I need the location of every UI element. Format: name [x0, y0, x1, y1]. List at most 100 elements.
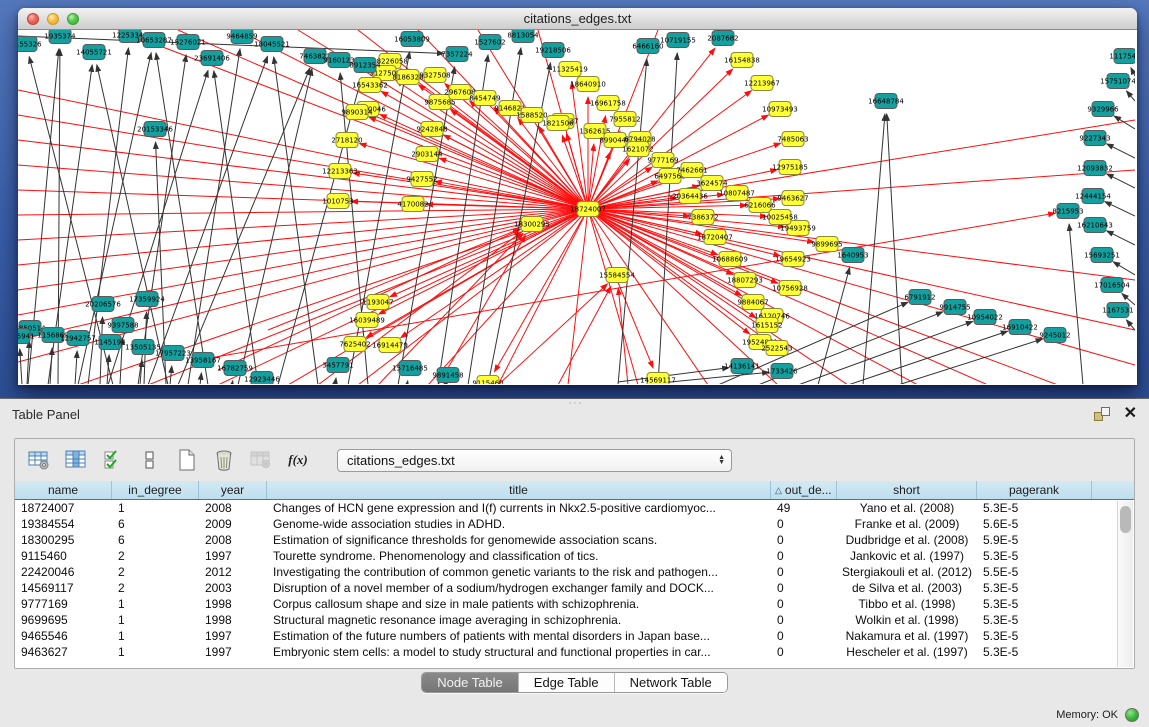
table-cell[interactable]: 0: [771, 644, 837, 660]
table-cell[interactable]: 9115460: [15, 548, 112, 564]
table-cell[interactable]: 5.3E-5: [977, 628, 1092, 644]
table-cell[interactable]: 1: [112, 500, 199, 516]
network-node[interactable]: 9891458: [432, 368, 463, 383]
table-row[interactable]: 969969511998Structural magnetic resonanc…: [15, 612, 1134, 628]
table-settings-button[interactable]: [27, 448, 51, 472]
table-cell[interactable]: Genome-wide association studies in ADHD.: [267, 516, 771, 532]
network-node-cited[interactable]: 12975185: [772, 160, 808, 175]
network-edge[interactable]: [1131, 68, 1135, 76]
table-cell[interactable]: Hescheler et al. (1997): [837, 644, 977, 660]
network-node[interactable]: 18045521: [254, 37, 290, 52]
select-rows-button[interactable]: [101, 448, 125, 472]
table-cell[interactable]: 5.3E-5: [977, 548, 1092, 564]
network-node-cited[interactable]: 2522543: [761, 341, 792, 356]
network-node[interactable]: 9227343: [1079, 131, 1110, 146]
close-panel-icon[interactable]: ✕: [1124, 406, 1137, 422]
network-edge[interactable]: [75, 351, 77, 384]
network-node-cited[interactable]: 9327508: [419, 68, 450, 83]
network-edge[interactable]: [401, 209, 588, 338]
table-cell[interactable]: 1997: [199, 548, 267, 564]
table-row[interactable]: 2242004622012Investigating the contribut…: [15, 564, 1134, 580]
table-cell[interactable]: Wolkin et al. (1998): [837, 612, 977, 628]
network-node[interactable]: 1640953: [837, 248, 868, 263]
network-node[interactable]: 12444154: [1075, 189, 1111, 204]
tab-edge-table[interactable]: Edge Table: [519, 673, 615, 692]
network-edge[interactable]: [660, 372, 769, 383]
network-edge[interactable]: [200, 373, 201, 384]
column-header-name[interactable]: name: [15, 481, 112, 499]
network-node[interactable]: 14136141: [724, 359, 760, 374]
table-cell[interactable]: 0: [771, 612, 837, 628]
network-node[interactable]: 2087682: [707, 31, 738, 46]
table-cell[interactable]: 2: [112, 564, 199, 580]
network-node-cited[interactable]: 10688609: [712, 252, 748, 267]
column-header-title[interactable]: title: [267, 481, 771, 499]
table-cell[interactable]: 1: [112, 644, 199, 660]
table-cell[interactable]: Nakamura et al. (1997): [837, 628, 977, 644]
network-edge[interactable]: [238, 69, 312, 384]
table-cell[interactable]: 1: [112, 612, 199, 628]
network-node-cited[interactable]: 7625402: [339, 337, 370, 352]
table-cell[interactable]: Franke et al. (2009): [837, 516, 977, 532]
table-cell[interactable]: 0: [771, 628, 837, 644]
network-edge[interactable]: [1105, 202, 1135, 216]
network-canvas[interactable]: 1872400711325419186409101696175879558121…: [18, 30, 1135, 384]
network-node[interactable]: 15693251: [1084, 248, 1120, 263]
network-edge[interactable]: [398, 67, 455, 384]
network-node[interactable]: 1167531: [1102, 303, 1133, 318]
window-zoom-button[interactable]: [67, 13, 79, 25]
table-cell[interactable]: 5.3E-5: [977, 612, 1092, 628]
network-node[interactable]: 9329966: [1087, 102, 1119, 117]
network-edge[interactable]: [108, 70, 208, 384]
panel-resize-handle[interactable]: [567, 401, 581, 406]
column-header-out-de-[interactable]: △out_de...: [771, 481, 837, 499]
table-cell[interactable]: 2: [112, 548, 199, 564]
table-cell[interactable]: Changes of HCN gene expression and I(f) …: [267, 500, 771, 516]
network-node-cited[interactable]: 1193047: [362, 295, 393, 310]
network-node[interactable]: 1527602: [474, 35, 505, 50]
network-edge[interactable]: [1113, 262, 1135, 275]
table-cell[interactable]: 0: [771, 596, 837, 612]
column-visibility-button[interactable]: [64, 448, 88, 472]
network-edge[interactable]: [1107, 174, 1135, 188]
table-cell[interactable]: Embryonic stem cells: a model to study s…: [267, 644, 771, 660]
table-cell[interactable]: Dudbridge et al. (2008): [837, 532, 977, 548]
network-node-cited[interactable]: 7386372: [687, 210, 718, 225]
network-node[interactable]: 7357224: [441, 47, 473, 62]
tab-network-table[interactable]: Network Table: [615, 673, 727, 692]
table-cell[interactable]: 18724007: [15, 500, 112, 516]
table-cell[interactable]: 2: [112, 580, 199, 596]
table-cell[interactable]: 6: [112, 532, 199, 548]
network-node[interactable]: 1145194: [94, 335, 126, 350]
network-node-cited[interactable]: 9115460: [472, 376, 503, 385]
table-cell[interactable]: Stergiakouli et al. (2012): [837, 564, 977, 580]
table-cell[interactable]: 5.3E-5: [977, 580, 1092, 596]
network-node-cited[interactable]: 9777169: [647, 153, 678, 168]
table-cell[interactable]: 1: [112, 628, 199, 644]
network-node-cited[interactable]: 3624574: [696, 176, 728, 191]
network-node-cited[interactable]: 2718120: [331, 133, 362, 148]
network-node[interactable]: 20153346: [137, 122, 173, 137]
table-cell[interactable]: 2008: [199, 532, 267, 548]
window-close-button[interactable]: [27, 13, 39, 25]
table-cell[interactable]: Tibbo et al. (1998): [837, 596, 977, 612]
network-node[interactable]: 12923446: [244, 372, 280, 385]
table-row[interactable]: 1456911722003Disruption of a novel membe…: [15, 580, 1134, 596]
network-node-cited[interactable]: 2903144: [411, 147, 443, 162]
table-cell[interactable]: 0: [771, 532, 837, 548]
network-edge[interactable]: [1126, 91, 1135, 101]
table-cell[interactable]: Corpus callosum shape and size in male p…: [267, 596, 771, 612]
network-edge[interactable]: [439, 158, 588, 209]
network-edge[interactable]: [407, 381, 408, 384]
network-edge[interactable]: [1107, 231, 1135, 245]
network-edge[interactable]: [188, 49, 240, 384]
table-cell[interactable]: 2003: [199, 580, 267, 596]
network-node[interactable]: 8912354: [349, 58, 381, 73]
network-node[interactable]: 15751074: [1100, 74, 1135, 89]
table-cell[interactable]: 18300295: [15, 532, 112, 548]
network-node[interactable]: 1117540: [1109, 49, 1135, 64]
network-node-cited[interactable]: 10973493: [762, 102, 798, 117]
network-node[interactable]: 9397588: [107, 318, 138, 333]
scrollbar-thumb[interactable]: [1120, 506, 1131, 533]
column-header-short[interactable]: short: [837, 481, 977, 499]
